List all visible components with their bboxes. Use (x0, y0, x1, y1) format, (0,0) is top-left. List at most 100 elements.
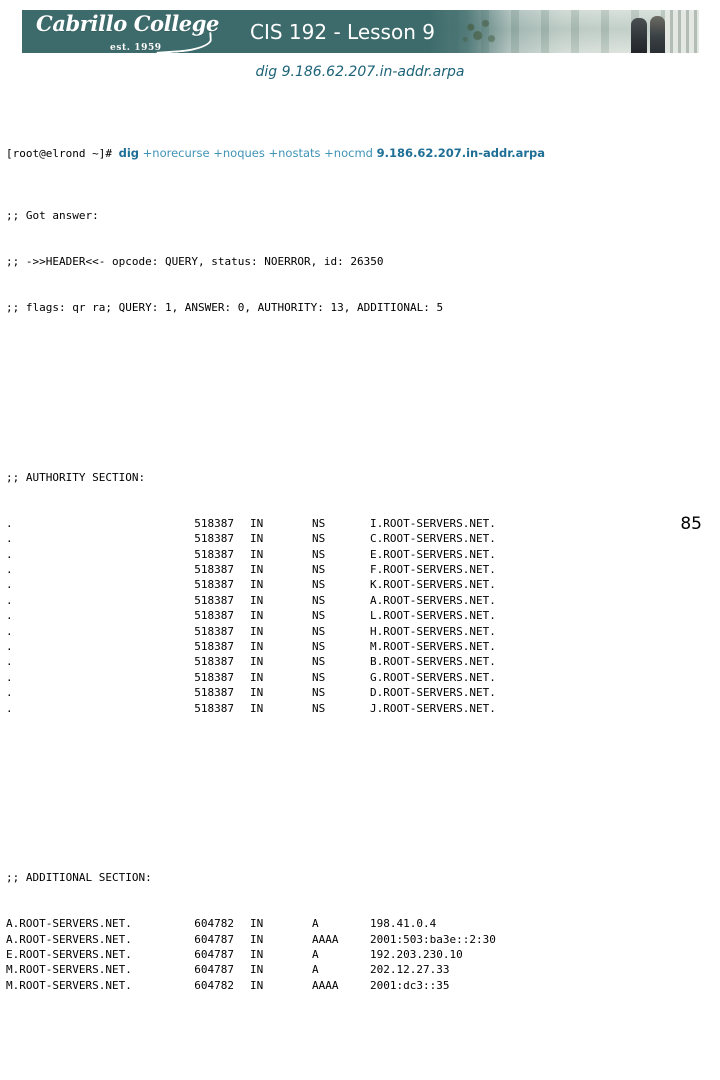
record-class: IN (250, 917, 264, 931)
record-class: IN (250, 701, 264, 715)
record-data: 2001:503:ba3e::2:30 (370, 932, 496, 946)
record-data: H.ROOT-SERVERS.NET. (370, 624, 496, 638)
record-type: AAAA (312, 978, 339, 992)
record-ttl: 518387 (194, 609, 234, 623)
record-name: . (6, 593, 13, 607)
record-data: C.ROOT-SERVERS.NET. (370, 532, 496, 546)
person-silhouette-icon (631, 18, 647, 53)
dns-record-row: E.ROOT-SERVERS.NET. 604787 IN A 192.203.230.… (6, 947, 718, 962)
record-name: A.ROOT-SERVERS.NET. (6, 932, 132, 946)
record-data: D.ROOT-SERVERS.NET. (370, 686, 496, 700)
record-type: A (312, 963, 319, 977)
command-name: dig (118, 146, 139, 161)
slide-subtitle: dig 9.186.62.207.in-addr.arpa (255, 64, 465, 80)
record-name: . (6, 639, 13, 653)
record-class: IN (250, 547, 264, 561)
dns-record-row: . 518387 IN NS E.ROOT-SERVERS.NET. (6, 547, 718, 562)
record-data: M.ROOT-SERVERS.NET. (370, 639, 496, 653)
record-data: A.ROOT-SERVERS.NET. (370, 593, 496, 607)
record-name: . (6, 547, 13, 561)
record-ttl: 604782 (194, 978, 234, 992)
record-type: A (312, 947, 319, 961)
record-data: J.ROOT-SERVERS.NET. (370, 701, 496, 715)
record-name: . (6, 516, 13, 530)
record-class: IN (250, 978, 264, 992)
record-type: NS (312, 609, 326, 623)
tree-decoration (457, 12, 503, 50)
record-type: AAAA (312, 932, 339, 946)
record-data: L.ROOT-SERVERS.NET. (370, 609, 496, 623)
record-name: . (6, 686, 13, 700)
record-class: IN (250, 655, 264, 669)
terminal-output: [root@elrond ~]# dig +norecurse +noques … (6, 100, 718, 1080)
record-class: IN (250, 624, 264, 638)
record-type: NS (312, 639, 326, 653)
dns-record-row: . 518387 IN NS D.ROOT-SERVERS.NET. (6, 685, 718, 700)
banner-photo-decoration (429, 10, 699, 53)
dns-record-row: . 518387 IN NS A.ROOT-SERVERS.NET. (6, 593, 718, 608)
page-title: CIS 192 - Lesson 9 (250, 20, 435, 44)
record-name: . (6, 670, 13, 684)
record-data: K.ROOT-SERVERS.NET. (370, 578, 496, 592)
record-name: . (6, 578, 13, 592)
record-ttl: 518387 (194, 593, 234, 607)
dns-record-row: A.ROOT-SERVERS.NET. 604782 IN A 198.41.0.4 (6, 916, 718, 931)
record-class: IN (250, 609, 264, 623)
record-type: NS (312, 655, 326, 669)
record-name: . (6, 609, 13, 623)
dns-record-row: . 518387 IN NS C.ROOT-SERVERS.NET. (6, 531, 718, 546)
dns-record-row: M.ROOT-SERVERS.NET. 604787 IN A 202.12.27.33 (6, 962, 718, 977)
record-type: NS (312, 563, 326, 577)
record-data: F.ROOT-SERVERS.NET. (370, 563, 496, 577)
record-data: 192.203.230.10 (370, 947, 463, 961)
dns-record-row: A.ROOT-SERVERS.NET. 604787 IN AAAA 2001:503:… (6, 932, 718, 947)
record-class: IN (250, 516, 264, 530)
record-data: B.ROOT-SERVERS.NET. (370, 655, 496, 669)
record-data: E.ROOT-SERVERS.NET. (370, 547, 496, 561)
terminal-command-line: [root@elrond ~]# dig +norecurse +noques … (6, 146, 718, 161)
record-ttl: 604787 (194, 963, 234, 977)
record-ttl: 518387 (194, 532, 234, 546)
record-type: NS (312, 686, 326, 700)
record-ttl: 604782 (194, 917, 234, 931)
record-name: E.ROOT-SERVERS.NET. (6, 947, 132, 961)
terminal-line-got-answer: ;; Got answer: (6, 208, 99, 222)
record-ttl: 518387 (194, 670, 234, 684)
record-type: NS (312, 547, 326, 561)
record-name: A.ROOT-SERVERS.NET. (6, 917, 132, 931)
dns-record-row: . 518387 IN NS H.ROOT-SERVERS.NET. (6, 624, 718, 639)
record-name: . (6, 624, 13, 638)
record-data: G.ROOT-SERVERS.NET. (370, 670, 496, 684)
dns-record-row: . 518387 IN NS K.ROOT-SERVERS.NET. (6, 577, 718, 592)
record-class: IN (250, 578, 264, 592)
record-ttl: 518387 (194, 701, 234, 715)
dns-record-row: . 518387 IN NS I.ROOT-SERVERS.NET. (6, 516, 718, 531)
record-class: IN (250, 563, 264, 577)
record-class: IN (250, 670, 264, 684)
record-name: . (6, 563, 13, 577)
record-ttl: 604787 (194, 947, 234, 961)
authority-section-rows: . 518387 IN NS I.ROOT-SERVERS.NET.. 518387 IN N… (6, 516, 718, 716)
record-type: NS (312, 701, 326, 715)
record-class: IN (250, 947, 264, 961)
cabrillo-college-logo: Cabrillo College est. 1959 (36, 12, 219, 53)
record-class: IN (250, 932, 264, 946)
dns-record-row: . 518387 IN NS G.ROOT-SERVERS.NET. (6, 670, 718, 685)
command-argument: 9.186.62.207.in-addr.arpa (376, 146, 546, 161)
record-ttl: 518387 (194, 686, 234, 700)
logo-established-year: est. 1959 (110, 43, 162, 53)
dns-record-row: . 518387 IN NS L.ROOT-SERVERS.NET. (6, 608, 718, 623)
record-ttl: 518387 (194, 516, 234, 530)
record-ttl: 518387 (194, 624, 234, 638)
dns-record-row: . 518387 IN NS F.ROOT-SERVERS.NET. (6, 562, 718, 577)
record-class: IN (250, 686, 264, 700)
record-ttl: 518387 (194, 547, 234, 561)
dns-record-row: M.ROOT-SERVERS.NET. 604782 IN AAAA 2001:dc3:… (6, 978, 718, 993)
dns-record-row: . 518387 IN NS B.ROOT-SERVERS.NET. (6, 654, 718, 669)
record-type: NS (312, 670, 326, 684)
record-ttl: 518387 (194, 563, 234, 577)
